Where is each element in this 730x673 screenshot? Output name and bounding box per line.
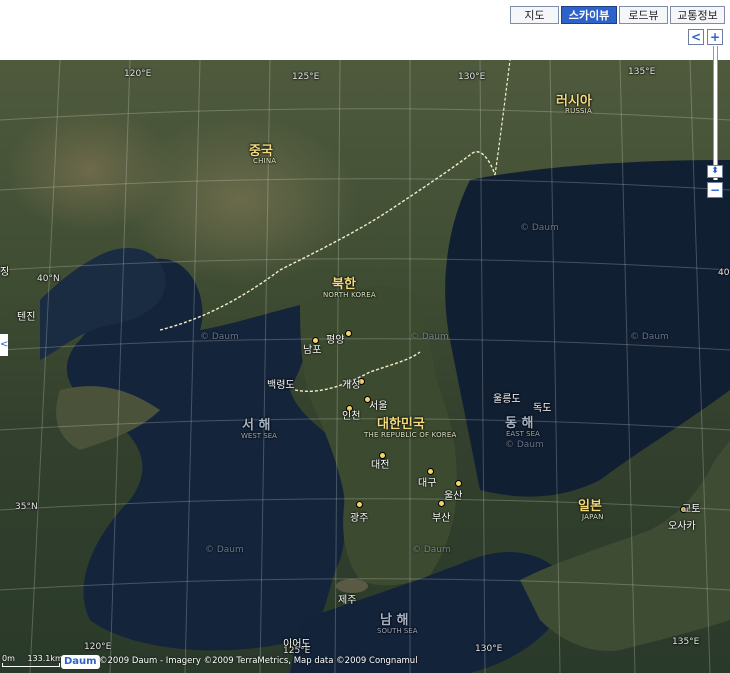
- lon-120-bottom-label: 120°E: [84, 642, 112, 652]
- lon-130-label: 130°E: [458, 72, 486, 82]
- city-nampo[interactable]: 남포: [303, 341, 321, 356]
- east-sea-en-label: EAST SEA: [506, 430, 540, 438]
- city-tianjin[interactable]: 텐진: [17, 308, 35, 323]
- japan-label: 일본: [578, 499, 602, 514]
- city-gwangju[interactable]: 광주: [350, 509, 368, 524]
- east-sea-water: [445, 160, 730, 497]
- city-ulsan[interactable]: 울산: [444, 487, 462, 502]
- city-dot: [455, 480, 462, 487]
- city-dokdo[interactable]: 독도: [533, 399, 551, 414]
- city-pyongyang[interactable]: 평양: [326, 331, 344, 346]
- city-busan[interactable]: 부산: [432, 509, 450, 524]
- watermark: © Daum: [410, 332, 449, 342]
- map-type-roadview-button[interactable]: 로드뷰: [619, 6, 668, 24]
- south-korea-label: 대한민국: [377, 417, 425, 432]
- lon-130-bottom-label: 130°E: [475, 644, 503, 654]
- west-sea-en-label: WEST SEA: [241, 432, 277, 440]
- city-kyoto[interactable]: 교토: [682, 500, 700, 515]
- lat-35-label: 35°N: [15, 502, 38, 512]
- city-incheon[interactable]: 인천: [342, 407, 360, 422]
- city-dot: [345, 330, 352, 337]
- city-seoul[interactable]: 서울: [369, 397, 387, 412]
- watermark: © Daum: [630, 332, 669, 342]
- scale-bar: 0m 133.1km: [2, 654, 63, 667]
- zoom-slider-handle[interactable]: ⬍: [707, 165, 723, 178]
- daum-logo[interactable]: Daum: [61, 655, 100, 669]
- copyright-text: ©2009 Daum - Imagery ©2009 TerraMetrics,…: [99, 656, 418, 666]
- map-type-traffic-button[interactable]: 교통정보: [670, 6, 725, 24]
- east-sea-label: 동 해: [505, 416, 534, 431]
- zoom-out-button[interactable]: −: [707, 182, 723, 198]
- terrain-layer: [0, 60, 730, 673]
- lat-40-label: 40°N: [37, 274, 60, 284]
- city-kaesong[interactable]: 개성: [342, 376, 360, 391]
- north-korea-en-label: NORTH KOREA: [323, 291, 376, 299]
- city-ulleungdo[interactable]: 울릉도: [493, 390, 521, 405]
- watermark: © Daum: [205, 545, 244, 555]
- satellite-map[interactable]: < 120°E 125°E 130°E 135°E 40°N 40 35°N 1…: [0, 60, 730, 673]
- west-sea-label: 서 해: [242, 418, 271, 433]
- japan-en-label: JAPAN: [582, 513, 604, 521]
- lon-135-bottom-label: 135°E: [672, 637, 700, 647]
- lat-40-right-label: 40: [718, 268, 730, 278]
- scale-zero: 0m: [2, 654, 15, 663]
- north-korea-label: 북한: [332, 277, 356, 292]
- south-sea-label: 남 해: [380, 613, 409, 628]
- city-dot: [438, 500, 445, 507]
- russia-en-label: RUSSIA: [565, 107, 592, 115]
- china-en-label: CHINA: [253, 157, 277, 165]
- map-type-map-button[interactable]: 지도: [510, 6, 559, 24]
- city-jeju[interactable]: 제주: [338, 591, 356, 606]
- city-daegu[interactable]: 대구: [418, 474, 436, 489]
- china-russia-border: [494, 60, 511, 176]
- watermark: © Daum: [520, 223, 559, 233]
- scale-distance: 133.1km: [27, 654, 63, 663]
- zoom-in-button[interactable]: +: [707, 29, 723, 45]
- city-ieodo[interactable]: 이어도: [283, 635, 311, 650]
- watermark: © Daum: [412, 545, 451, 555]
- zoom-prev-button[interactable]: <: [688, 29, 704, 45]
- lon-125-label: 125°E: [292, 72, 320, 82]
- pan-left-button[interactable]: <: [0, 334, 8, 356]
- south-sea-en-label: SOUTH SEA: [377, 627, 418, 635]
- city-osaka[interactable]: 오사카: [668, 517, 696, 532]
- city-baengnyeong[interactable]: 백령도: [267, 376, 295, 391]
- watermark: © Daum: [200, 332, 239, 342]
- lon-135-label: 135°E: [628, 67, 656, 77]
- city-jing[interactable]: 징: [0, 263, 9, 278]
- city-daejeon[interactable]: 대전: [371, 456, 389, 471]
- map-type-skyview-button[interactable]: 스카이뷰: [561, 6, 617, 24]
- scale-line: [2, 663, 60, 667]
- lon-120-label: 120°E: [124, 69, 152, 79]
- south-korea-en-label: THE REPUBLIC OF KOREA: [364, 431, 457, 439]
- city-dot: [356, 501, 363, 508]
- watermark: © Daum: [505, 440, 544, 450]
- zoom-slider-track[interactable]: [713, 46, 718, 180]
